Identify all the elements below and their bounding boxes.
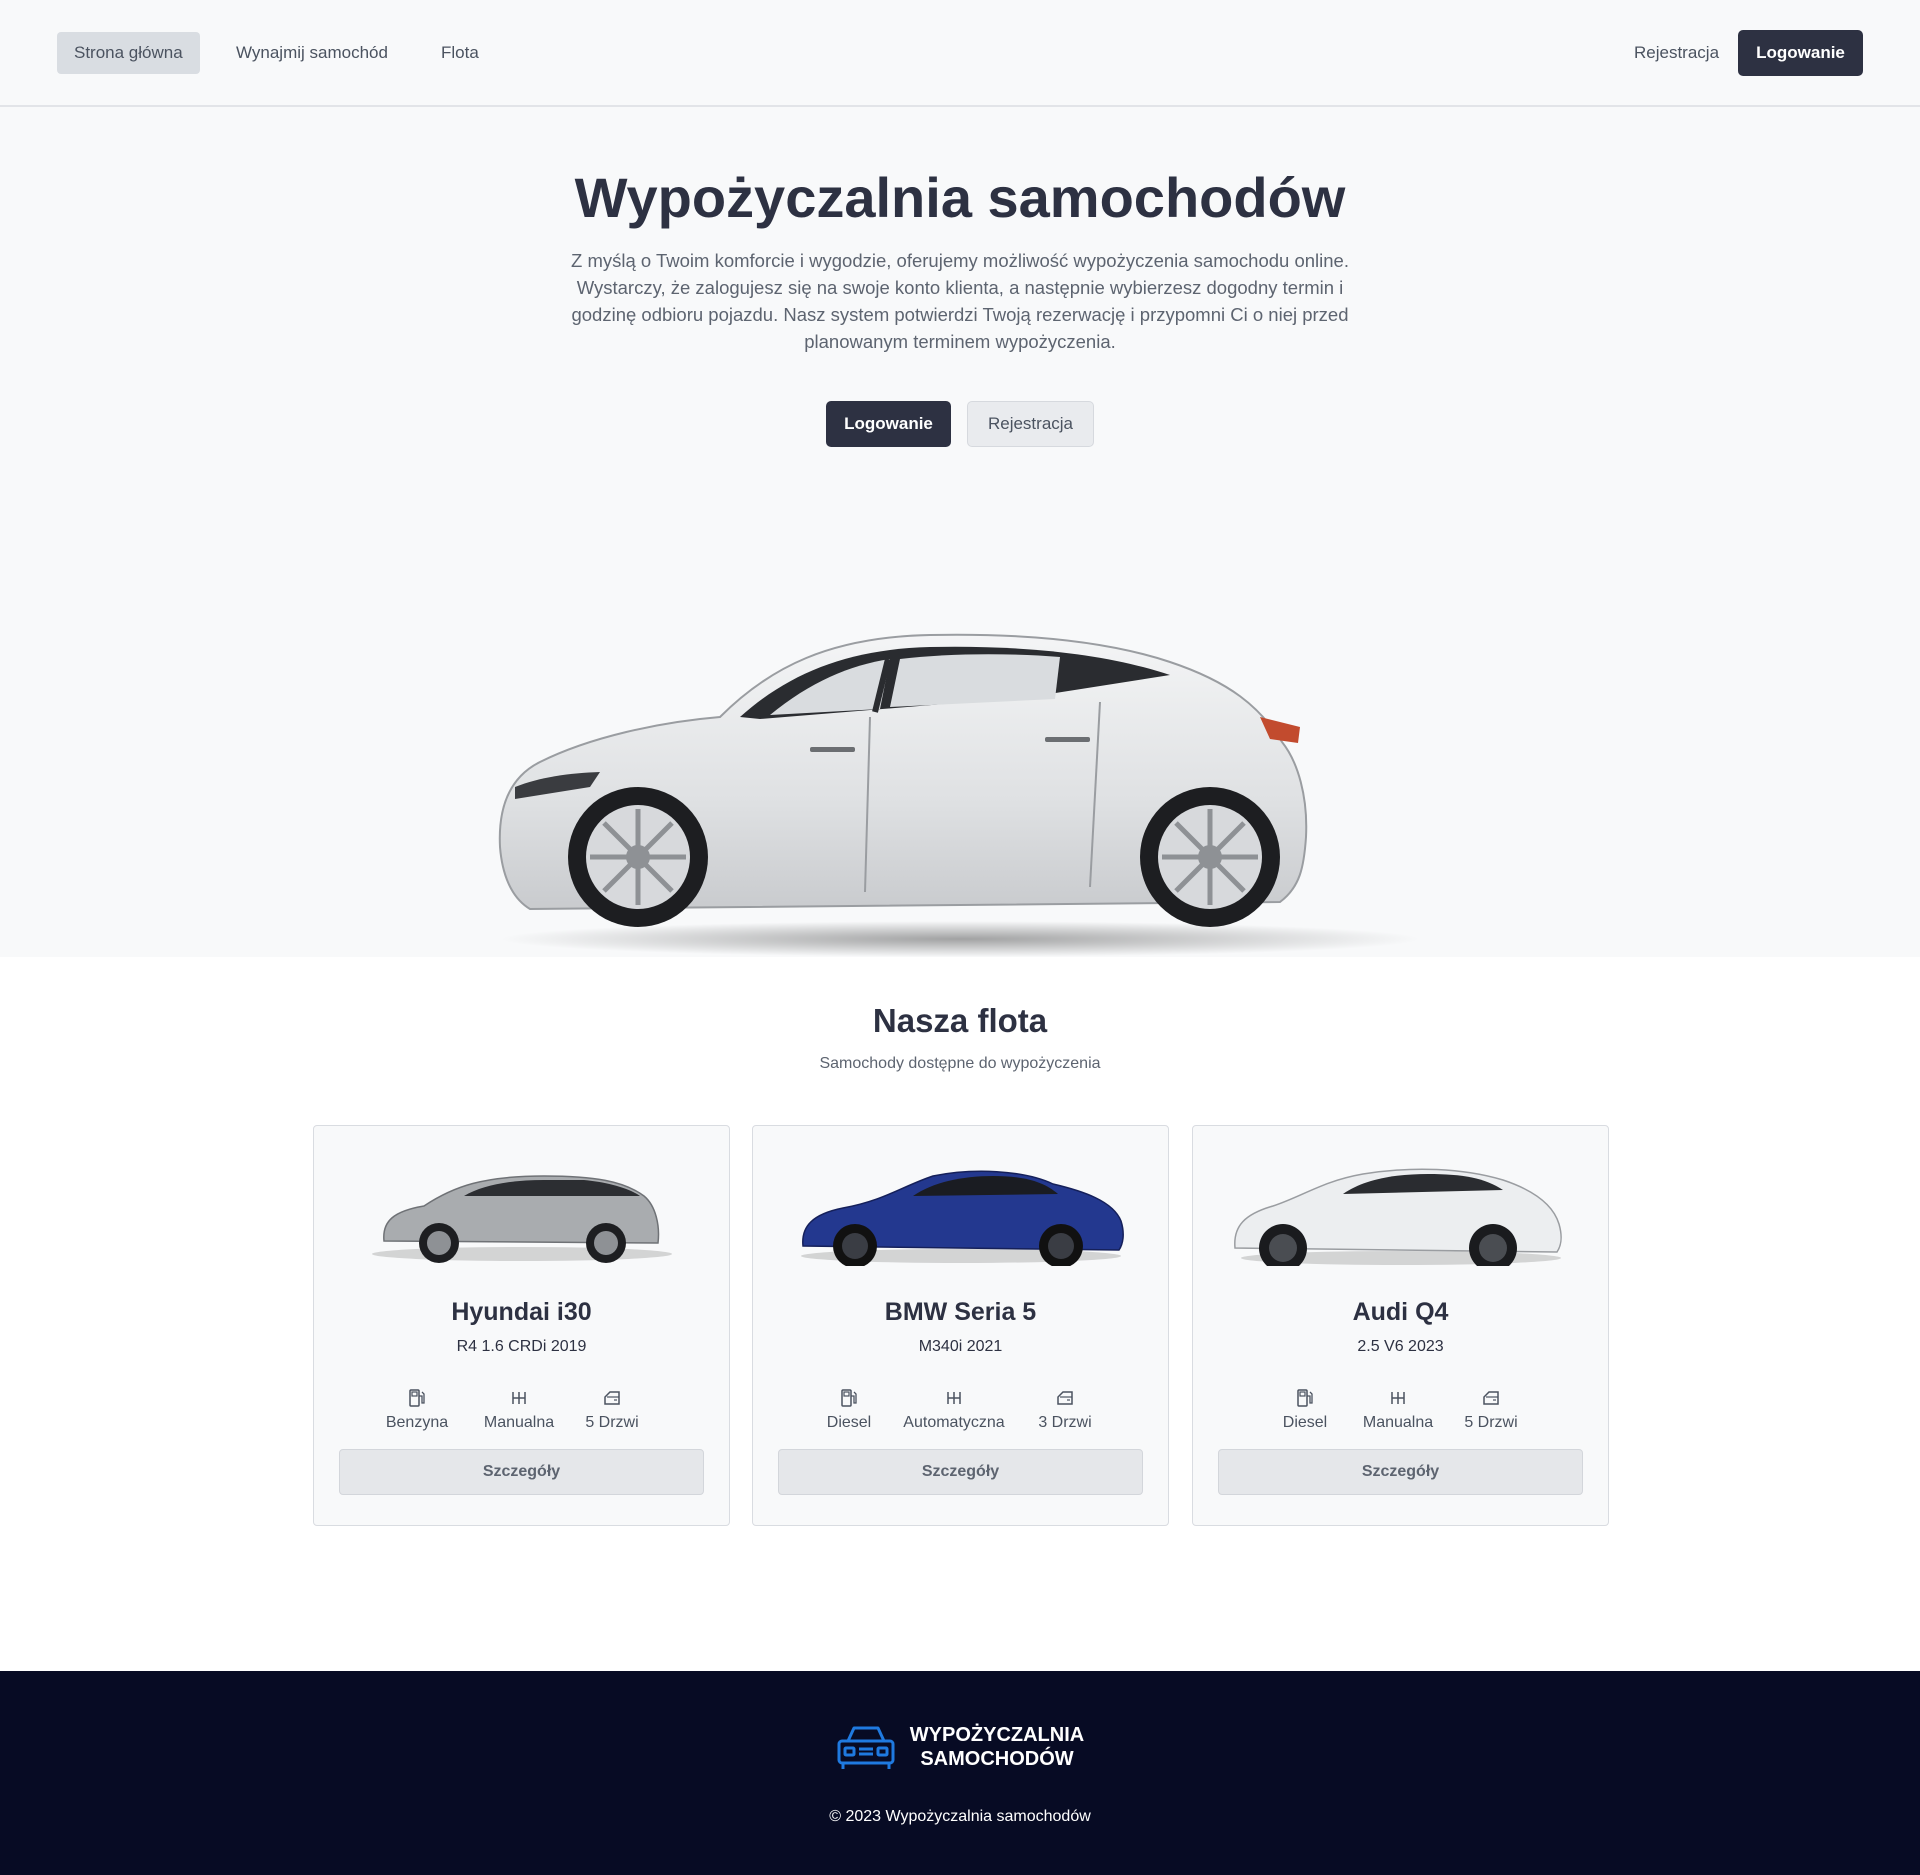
doors-feature: 5 Drzwi xyxy=(572,1388,652,1432)
fuel-feature: Diesel xyxy=(1265,1388,1345,1432)
car-spec: M340i 2021 xyxy=(918,1338,1003,1355)
details-button[interactable]: Szczegóły xyxy=(339,1449,704,1495)
fuel-label: Diesel xyxy=(826,1414,872,1431)
details-button[interactable]: Szczegóły xyxy=(1218,1449,1583,1495)
hero-login-button[interactable]: Logowanie xyxy=(826,401,951,447)
car-name: Hyundai i30 xyxy=(451,1298,592,1326)
gearbox-icon xyxy=(947,1392,961,1404)
gearbox-feature: Manualna xyxy=(1353,1388,1443,1432)
car-image xyxy=(372,1175,672,1263)
fuel-pump-icon xyxy=(1297,1389,1313,1407)
footer-brand-line2: SAMOCHODÓW xyxy=(920,1748,1074,1770)
gearbox-label: Manualna xyxy=(483,1414,555,1431)
car-spec: R4 1.6 CRDi 2019 xyxy=(456,1338,587,1355)
gearbox-feature: Manualna xyxy=(474,1388,564,1432)
fuel-feature: Diesel xyxy=(809,1388,889,1432)
fleet-title: Nasza flota xyxy=(872,1002,1048,1039)
footer-copyright: © 2023 Wypożyczalnia samochodów xyxy=(829,1808,1091,1825)
doors-feature: 3 Drzwi xyxy=(1025,1388,1105,1432)
gearbox-label: Manualna xyxy=(1362,1414,1434,1431)
footer: WYPOŻYCZALNIA SAMOCHODÓW © 2023 Wypożycz… xyxy=(0,1671,1920,1875)
hero-car-image xyxy=(498,633,1420,957)
hero-section: Wypożyczalnia samochodów Z myślą o Twoim… xyxy=(0,107,1920,957)
hero-description: Z myślą o Twoim komforcie i wygodzie, of… xyxy=(571,250,1349,352)
fuel-pump-icon xyxy=(409,1389,425,1407)
gearbox-icon xyxy=(512,1392,526,1404)
car-door-icon xyxy=(1483,1391,1499,1405)
car-card-audi-q4: Audi Q4 2.5 V6 2023 Diesel Manualna 5 Dr… xyxy=(1192,1125,1609,1526)
car-door-icon xyxy=(604,1391,620,1405)
doors-feature: 5 Drzwi xyxy=(1451,1388,1531,1432)
nav-link-home[interactable]: Strona główna xyxy=(57,32,200,74)
fuel-label: Diesel xyxy=(1282,1414,1328,1431)
car-card-hyundai-i30: Hyundai i30 R4 1.6 CRDi 2019 Benzyna Man… xyxy=(313,1125,730,1526)
doors-label: 5 Drzwi xyxy=(1464,1414,1518,1431)
car-logo-icon xyxy=(837,1726,895,1769)
car-door-icon xyxy=(1057,1391,1073,1405)
fuel-label: Benzyna xyxy=(385,1414,449,1431)
car-image xyxy=(801,1170,1124,1266)
footer-brand: WYPOŻYCZALNIA SAMOCHODÓW xyxy=(902,1723,1092,1771)
car-card-bmw-seria-5: BMW Seria 5 M340i 2021 Diesel Automatycz… xyxy=(752,1125,1169,1526)
details-button[interactable]: Szczegóły xyxy=(778,1449,1143,1495)
hero-register-button[interactable]: Rejestracja xyxy=(967,401,1094,447)
doors-label: 5 Drzwi xyxy=(585,1414,639,1431)
nav-register-link[interactable]: Rejestracja xyxy=(1634,32,1719,74)
footer-brand-line1: WYPOŻYCZALNIA xyxy=(909,1724,1085,1746)
car-image xyxy=(1234,1168,1562,1266)
nav-login-button[interactable]: Logowanie xyxy=(1738,30,1863,76)
gearbox-label: Automatyczna xyxy=(903,1414,1005,1431)
gearbox-feature: Automatyczna xyxy=(889,1388,1019,1432)
doors-label: 3 Drzwi xyxy=(1038,1414,1092,1431)
car-name: BMW Seria 5 xyxy=(884,1298,1037,1326)
top-navbar: Strona główna Wynajmij samochód Flota Re… xyxy=(0,0,1920,107)
fuel-feature: Benzyna xyxy=(362,1388,472,1432)
car-spec: 2.5 V6 2023 xyxy=(1357,1338,1444,1355)
nav-link-rent-car[interactable]: Wynajmij samochód xyxy=(219,32,405,74)
car-name: Audi Q4 xyxy=(1352,1298,1449,1326)
fuel-pump-icon xyxy=(841,1389,857,1407)
nav-link-fleet[interactable]: Flota xyxy=(424,32,496,74)
fleet-subtitle: Samochody dostępne do wypożyczenia xyxy=(819,1055,1101,1072)
gearbox-icon xyxy=(1391,1392,1405,1404)
hero-title: Wypożyczalnia samochodów xyxy=(574,166,1346,229)
